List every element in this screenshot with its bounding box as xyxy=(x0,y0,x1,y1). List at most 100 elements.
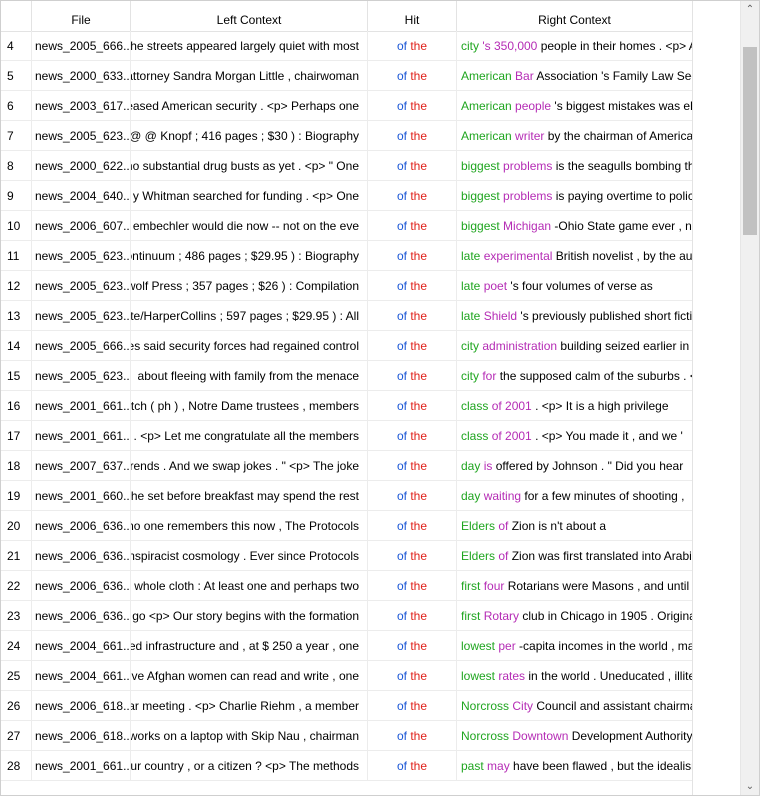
header-right-context[interactable]: Right Context xyxy=(457,1,692,31)
table-row[interactable]: 20 news_2006_636... no one remembers this … xyxy=(1,511,692,541)
right-context-text: . <p> It is a high privilege xyxy=(535,399,669,413)
table-row[interactable]: 8 news_2000_622... no substantial drug bus… xyxy=(1,151,692,181)
table-row[interactable]: 11 news_2005_623... continuum ; 486 pages … xyxy=(1,241,692,271)
table-row[interactable]: 9 news_2004_640... y Whitman searched for … xyxy=(1,181,692,211)
hit-cell: of the xyxy=(368,481,457,511)
file-cell: news_2006_607... xyxy=(32,211,131,241)
right-collocate-2: administration xyxy=(482,339,558,353)
right-collocate-2: of xyxy=(498,549,509,563)
vertical-scrollbar[interactable]: ⌃ ⌄ xyxy=(740,1,759,795)
row-number: 22 xyxy=(1,571,32,601)
right-context-cell: late experimental British novelist , by … xyxy=(457,241,692,271)
left-context-text: eased American security . <p> Perhaps on… xyxy=(131,99,359,113)
row-number: 21 xyxy=(1,541,32,571)
right-context-cell: day waiting for a few minutes of shootin… xyxy=(457,481,692,511)
left-context-text: trends . And we swap jokes . " <p> The j… xyxy=(131,459,359,473)
file-cell: news_2005_623... xyxy=(32,241,131,271)
empty-area xyxy=(692,1,741,795)
table-row[interactable]: 6 news_2003_617... eased American security… xyxy=(1,91,692,121)
table-row[interactable]: 21 news_2006_636... nspiracist cosmology .… xyxy=(1,541,692,571)
table-row[interactable]: 25 news_2004_661... ve Afghan women can re… xyxy=(1,661,692,691)
right-context-text: is the seagulls bombing th xyxy=(555,159,692,173)
hit-word-the: the xyxy=(410,669,428,683)
right-collocate-2: per xyxy=(498,639,516,653)
hit-cell: of the xyxy=(368,61,457,91)
right-collocate-2: Michigan xyxy=(503,219,552,233)
scrollbar-thumb[interactable] xyxy=(743,47,757,235)
left-context-cell: es said security forces had regained con… xyxy=(131,331,368,361)
table-row[interactable]: 14 news_2005_666... es said security force… xyxy=(1,331,692,361)
table-row[interactable]: 12 news_2005_623... ywolf Press ; 357 page… xyxy=(1,271,692,301)
chevron-down-icon[interactable]: ⌄ xyxy=(741,778,759,795)
chevron-up-icon[interactable]: ⌃ xyxy=(741,1,759,18)
table-row[interactable]: 7 news_2005_623... @ @ @ Knopf ; 416 pages… xyxy=(1,121,692,151)
right-context-text: . <p> You made it , and we ' xyxy=(535,429,683,443)
row-number: 25 xyxy=(1,661,32,691)
right-context-text: building seized earlier in xyxy=(560,339,690,353)
table-row[interactable]: 13 news_2005_623... tate/HarperCollins ; 5… xyxy=(1,301,692,331)
right-collocate-2: rates xyxy=(498,669,526,683)
table-row[interactable]: 10 news_2006_607... embechler would die no… xyxy=(1,211,692,241)
right-collocate-1: late xyxy=(461,279,481,293)
left-context-text: works on a laptop with Skip Nau , chairm… xyxy=(131,729,359,743)
file-cell: news_2005_623... xyxy=(32,301,131,331)
right-collocate-1: past xyxy=(461,759,484,773)
table-row[interactable]: 23 news_2006_636... go <p> Our story begin… xyxy=(1,601,692,631)
table-row[interactable]: 19 news_2001_660... the set before breakfa… xyxy=(1,481,692,511)
left-context-cell: y Whitman searched for funding . <p> One xyxy=(131,181,368,211)
hit-word-of: of xyxy=(396,429,407,443)
hit-cell: of the xyxy=(368,751,457,781)
table-row[interactable]: 24 news_2004_661... red infrastructure and… xyxy=(1,631,692,661)
left-context-text: tate/HarperCollins ; 597 pages ; $29.95 … xyxy=(131,309,359,323)
right-collocate-2: Bar xyxy=(515,69,534,83)
table-row[interactable]: 15 news_2005_623... about fleeing with fam… xyxy=(1,361,692,391)
right-context-cell: past may have been flawed , but the idea… xyxy=(457,751,692,781)
right-collocate-1: day xyxy=(461,459,481,473)
right-context-cell: American Bar Association 's Family Law S… xyxy=(457,61,692,91)
file-cell: news_2001_661... xyxy=(32,751,131,781)
right-context-cell: city for the supposed calm of the suburb… xyxy=(457,361,692,391)
table-row[interactable]: 27 news_2006_618... works on a laptop with… xyxy=(1,721,692,751)
right-context-text: is paying overtime to polic xyxy=(555,189,692,203)
hit-word-the: the xyxy=(410,699,428,713)
row-number: 5 xyxy=(1,61,32,91)
file-cell: news_2007_637... xyxy=(32,451,131,481)
hit-cell: of the xyxy=(368,301,457,331)
row-number: 27 xyxy=(1,721,32,751)
table-row[interactable]: 17 news_2001_661.... <p> Let me congratul… xyxy=(1,421,692,451)
row-number: 15 xyxy=(1,361,32,391)
hit-word-the: the xyxy=(410,219,428,233)
table-row[interactable]: 5 news_2000_633... attorney Sandra Morgan … xyxy=(1,61,692,91)
right-context-cell: lowest per -capita incomes in the world … xyxy=(457,631,692,661)
right-collocate-2: 's 350,000 xyxy=(482,39,538,53)
row-number: 18 xyxy=(1,451,32,481)
hit-word-of: of xyxy=(396,609,407,623)
table-row[interactable]: 4 news_2005_666... the streets appeared la… xyxy=(1,31,692,61)
table-row[interactable]: 26 news_2006_618... ar meeting . <p> Charl… xyxy=(1,691,692,721)
hit-word-the: the xyxy=(410,399,428,413)
header-file[interactable]: File xyxy=(32,1,131,31)
header-rownum xyxy=(1,1,32,31)
right-context-text: for a few minutes of shooting , xyxy=(524,489,685,503)
right-context-cell: class of 2001 . <p> You made it , and we… xyxy=(457,421,692,451)
hit-word-of: of xyxy=(396,579,407,593)
hit-word-of: of xyxy=(396,309,407,323)
right-context-text: the supposed calm of the suburbs . < xyxy=(499,369,692,383)
row-number: 20 xyxy=(1,511,32,541)
table-row[interactable]: 28 news_2001_661... ur country , or a citi… xyxy=(1,751,692,781)
header-left-context[interactable]: Left Context xyxy=(131,1,368,31)
header-hit[interactable]: Hit xyxy=(368,1,457,31)
right-collocate-1: late xyxy=(461,309,481,323)
right-collocate-1: biggest xyxy=(461,189,500,203)
table-row[interactable]: 18 news_2007_637... trends . And we swap j… xyxy=(1,451,692,481)
left-context-cell: about fleeing with family from the menac… xyxy=(131,361,368,391)
hit-word-the: the xyxy=(410,129,428,143)
right-collocate-1: American xyxy=(461,99,512,113)
file-cell: news_2005_623... xyxy=(32,121,131,151)
hit-cell: of the xyxy=(368,511,457,541)
file-cell: news_2006_618... xyxy=(32,691,131,721)
right-context-text: Zion was first translated into Arabic xyxy=(511,549,692,563)
table-row[interactable]: 22 news_2006_636... whole cloth : At least… xyxy=(1,571,692,601)
table-row[interactable]: 16 news_2001_661... atch ( ph ) , Notre Da… xyxy=(1,391,692,421)
right-collocate-2: of 2001 xyxy=(491,429,532,443)
